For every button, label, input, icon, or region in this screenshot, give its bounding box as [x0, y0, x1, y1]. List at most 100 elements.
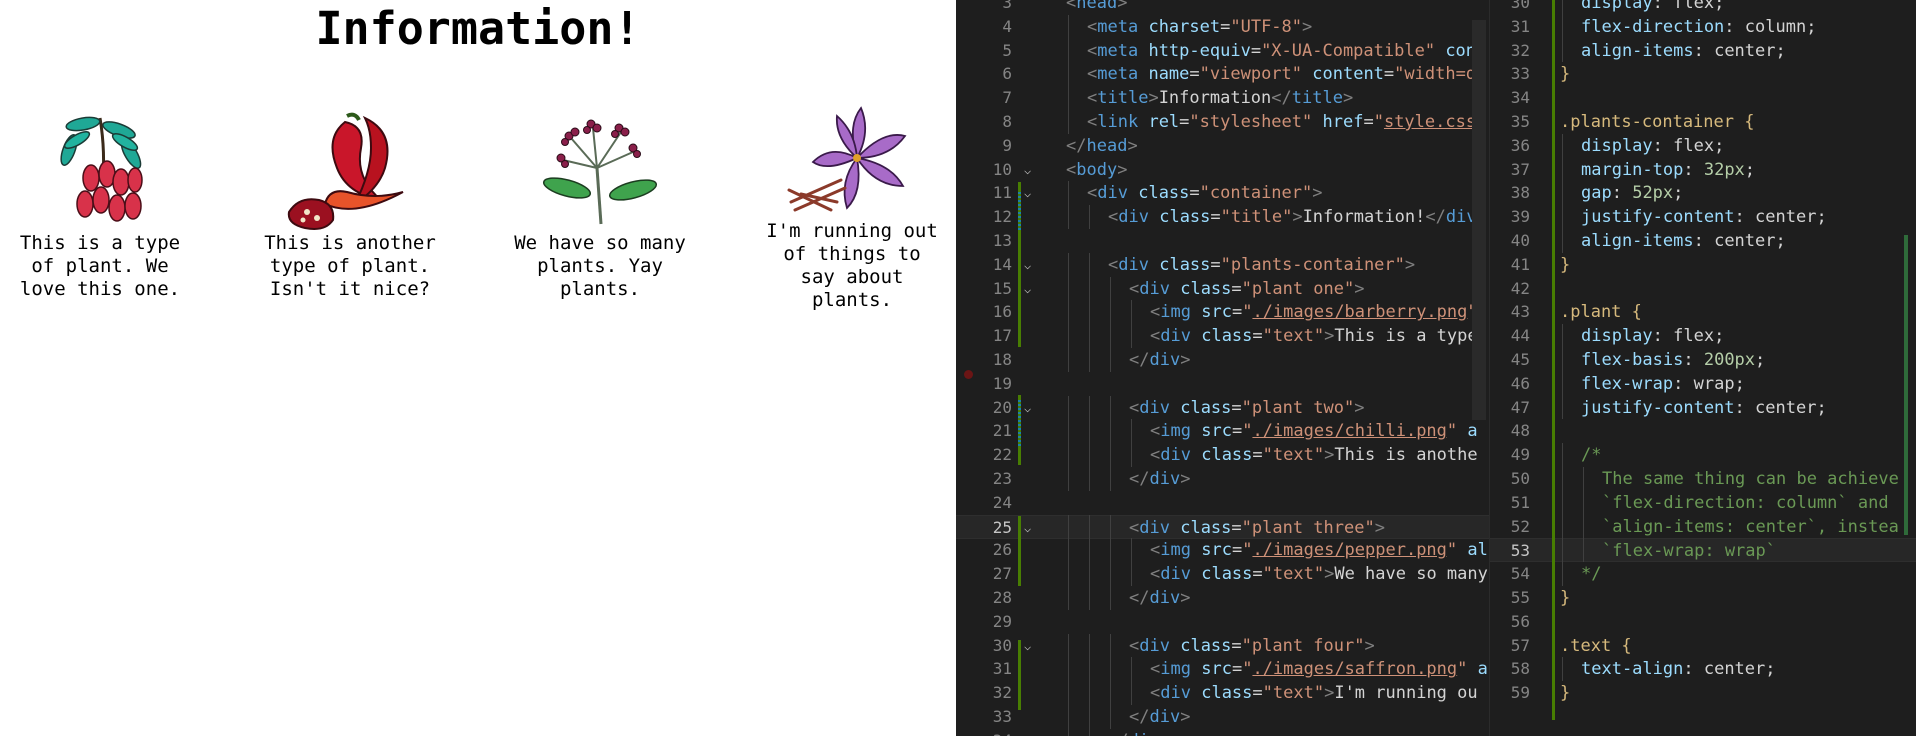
code-token: Information! [1302, 207, 1426, 228]
code-token: = [1252, 326, 1263, 347]
line-number: 24 [992, 492, 1012, 512]
code-line[interactable]: 17 <div class="text">This is a type [956, 324, 1489, 348]
line-number: 30 [1510, 0, 1530, 12]
code-text: <div class="plant four"> [1129, 634, 1375, 658]
code-line[interactable]: 32 <div class="text">I'm running ou [956, 681, 1489, 705]
plant-card-one: This is a type of plant. We love this on… [0, 108, 200, 301]
code-line[interactable]: 18 </div> [956, 348, 1489, 372]
line-number: 42 [1510, 278, 1530, 298]
indent-guide [1068, 419, 1069, 444]
code-line[interactable]: 21 <img src="./images/chilli.png" a [956, 419, 1489, 443]
code-text: <meta charset="UTF-8"> [1087, 15, 1312, 39]
line-number: 44 [1510, 326, 1530, 346]
code-text: <head> [1066, 0, 1127, 15]
code-line[interactable]: 14 ⌵ <div class="plants-container"> [956, 253, 1489, 277]
indent-guide [1068, 276, 1069, 301]
code-text: <meta name="viewport" content="width=de [1087, 62, 1486, 86]
code-line[interactable]: 19 [956, 372, 1489, 396]
line-number: 50 [1510, 469, 1530, 488]
code-line[interactable]: 30 ⌵ <div class="plant four"> [956, 634, 1489, 658]
code-token: ; [1816, 207, 1827, 228]
code-line[interactable]: 31 <img src="./images/saffron.png" a [956, 657, 1489, 681]
code-token: display [1581, 326, 1653, 347]
fold-chevron-icon[interactable]: ⌵ [1024, 516, 1031, 540]
line-number: 52 [1510, 516, 1530, 536]
line-number: 55 [1510, 588, 1530, 607]
line-number: 39 [1510, 207, 1530, 227]
code-text: align-items: center; [1581, 39, 1786, 63]
code-token: center [1703, 659, 1766, 680]
code-token: div [1139, 635, 1170, 656]
code-token: meta [1097, 16, 1139, 37]
code-token: = [1231, 540, 1243, 561]
html-editor-pane[interactable]: 3 <head> 4 <meta charset="UTF-8"> 5 <meta htt… [956, 0, 1489, 736]
indent-guide [1089, 205, 1090, 229]
code-line[interactable]: 29 [956, 610, 1489, 634]
plant-text-four: I'm running out of things to say about p… [766, 220, 938, 311]
plant-card-four: I'm running out of things to say about p… [752, 106, 952, 312]
code-line[interactable]: 3 <head> [956, 0, 1489, 15]
code-token: > [1292, 207, 1303, 228]
code-token: content [1312, 64, 1384, 85]
code-line[interactable]: 28 </div> [956, 586, 1489, 610]
code-token: class [1201, 445, 1253, 466]
code-token: : [1652, 326, 1674, 347]
code-token: This is anothe [1334, 445, 1478, 466]
code-token: < [1108, 254, 1119, 275]
code-token: </ [1129, 588, 1150, 608]
fold-chevron-icon[interactable]: ⌵ [1024, 277, 1031, 301]
code-line[interactable]: 22 <div class="text">This is anothe [956, 443, 1489, 467]
code-line[interactable]: 27 <div class="text">We have so many [956, 562, 1489, 586]
code-line[interactable]: 25 ⌵ <div class="plant three"> [956, 514, 1489, 540]
indent-guide [1131, 300, 1132, 325]
git-modified-bar [1018, 192, 1021, 232]
css-editor-pane[interactable]: 30 display: flex; 31 flex-direction: column… [1489, 0, 1916, 736]
code-line[interactable]: 33 </div> [956, 705, 1489, 729]
browser-preview: Information! This is a type of plant. We… [0, 0, 956, 736]
code-token: < [1087, 64, 1098, 85]
fold-chevron-icon[interactable]: ⌵ [1024, 253, 1031, 277]
code-token: = [1189, 183, 1200, 204]
code-line[interactable]: 15 ⌵ <div class="plant one"> [956, 277, 1489, 301]
code-line[interactable]: 8 <link rel="stylesheet" href="style.css" [956, 110, 1489, 134]
code-token: = [1383, 64, 1395, 85]
code-token: > [1364, 635, 1375, 656]
code-text: display: flex; [1581, 134, 1724, 158]
code-line[interactable]: 4 <meta charset="UTF-8"> [956, 15, 1489, 39]
minimap[interactable] [1472, 20, 1486, 420]
code-line[interactable]: 5 <meta http-equiv="X-UA-Compatible" cont [956, 39, 1489, 63]
indent-guide [1068, 562, 1069, 586]
code-token: < [1150, 302, 1161, 323]
code-line[interactable]: 24 [956, 491, 1489, 515]
code-token: = [1250, 40, 1262, 61]
code-line[interactable]: 34 </div> [956, 729, 1489, 736]
code-line[interactable]: 13 [956, 229, 1489, 253]
fold-chevron-icon[interactable]: ⌵ [1024, 396, 1031, 420]
code-token: div [1160, 564, 1191, 585]
fold-chevron-icon[interactable]: ⌵ [1024, 158, 1031, 182]
code-text: <img src="./images/saffron.png" a [1150, 657, 1488, 681]
code-line[interactable]: 6 <meta name="viewport" content="width=de [956, 62, 1489, 86]
fold-chevron-icon[interactable]: ⌵ [1024, 181, 1031, 205]
code-line[interactable]: 9 </head> [956, 134, 1489, 158]
code-line[interactable]: 7 <title>Information</title> [956, 86, 1489, 110]
fold-chevron-icon[interactable]: ⌵ [1024, 634, 1031, 658]
code-token: : [1683, 159, 1704, 180]
code-line[interactable]: 16 <img src="./images/barberry.png" [956, 300, 1489, 324]
code-line[interactable]: 23 </div> [956, 467, 1489, 491]
code-text: <img src="./images/chilli.png" a [1150, 419, 1478, 443]
code-token: ; [1755, 350, 1766, 370]
code-line[interactable]: 11 ⌵ <div class="container"> [956, 181, 1489, 205]
code-line[interactable]: 20 ⌵ <div class="plant two"> [956, 396, 1489, 420]
indent-guide [1068, 586, 1069, 610]
code-token: < [1066, 0, 1077, 13]
code-token: class [1180, 397, 1232, 418]
code-token: > [1342, 88, 1354, 109]
code-token: display [1581, 0, 1653, 13]
code-line[interactable]: 10 ⌵ <body> [956, 158, 1489, 182]
code-line[interactable]: 26 <img src="./images/pepper.png" al [956, 538, 1489, 562]
code-token: /* [1581, 445, 1602, 466]
code-line[interactable]: 12 <div class="title">Information!</div [956, 205, 1489, 229]
